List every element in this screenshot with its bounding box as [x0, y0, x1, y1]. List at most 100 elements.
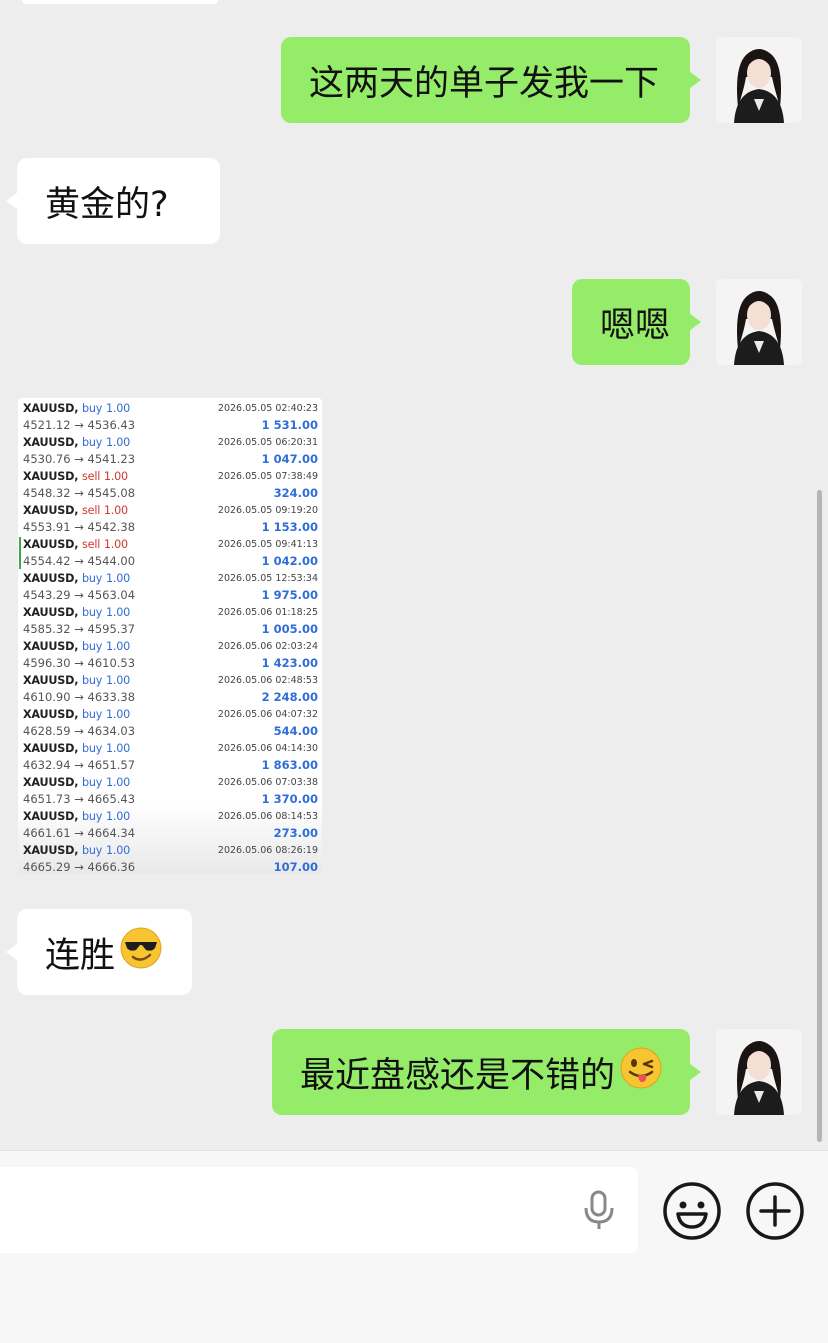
- trade-row: XAUUSD, sell 1.00 2026.05.05 09:19:20 4553…: [18, 502, 322, 536]
- trade-time: 2026.05.06 01:18:25: [217, 607, 318, 618]
- trade-profit: 1 423.00: [261, 656, 318, 670]
- trade-symbol: XAUUSD,: [23, 606, 79, 619]
- trade-title: XAUUSD, buy 1.00: [23, 673, 130, 689]
- trade-profit: 1 370.00: [261, 792, 318, 806]
- avatar-portrait-icon: [716, 1029, 802, 1115]
- trade-time: 2026.05.05 06:20:31: [217, 437, 318, 448]
- trade-row: XAUUSD, buy 1.00 2026.05.05 02:40:23 4521.…: [18, 400, 322, 434]
- trade-lot: 1.00: [105, 572, 131, 585]
- trade-direction: buy: [82, 810, 103, 823]
- trade-lot: 1.00: [103, 470, 128, 483]
- trade-title: XAUUSD, buy 1.00: [23, 639, 130, 655]
- trade-symbol: XAUUSD,: [23, 674, 79, 687]
- trade-prices: 4665.29 → 4666.36: [23, 860, 136, 874]
- trade-lot: 1.00: [105, 674, 131, 687]
- plus-circle-icon[interactable]: [745, 1181, 805, 1241]
- trade-title: XAUUSD, buy 1.00: [23, 775, 130, 791]
- message-input[interactable]: [0, 1167, 638, 1253]
- trade-prices: 4632.94 → 4651.57: [23, 758, 136, 772]
- trade-symbol: XAUUSD,: [23, 810, 79, 823]
- trade-direction: buy: [82, 572, 103, 585]
- trade-row: XAUUSD, sell 1.00 2026.05.05 09:41:13 4554…: [18, 536, 322, 570]
- trade-list: XAUUSD, buy 1.00 2026.05.05 02:40:23 4521.…: [18, 400, 322, 874]
- trade-title: XAUUSD, sell 1.00: [23, 469, 128, 485]
- trade-row: XAUUSD, buy 1.00 2026.05.05 12:53:34 4543.…: [18, 570, 322, 604]
- trade-direction: sell: [82, 470, 101, 483]
- message-bubble-incoming[interactable]: 黄金的?: [6, 158, 220, 244]
- trade-time: 2026.05.06 02:03:24: [217, 641, 318, 652]
- trade-time: 2026.05.05 07:38:49: [217, 471, 318, 482]
- trade-prices: 4548.32 → 4545.08: [23, 486, 136, 500]
- trade-title: XAUUSD, buy 1.00: [23, 843, 130, 859]
- message-text: 黄金的?: [45, 184, 169, 225]
- trade-profit: 544.00: [273, 724, 318, 738]
- trade-profit: 2 248.00: [261, 690, 318, 704]
- trade-title: XAUUSD, buy 1.00: [23, 707, 130, 723]
- trade-time: 2026.05.06 04:07:32: [217, 709, 318, 720]
- trade-time: 2026.05.06 04:14:30: [217, 743, 318, 754]
- trade-title: XAUUSD, buy 1.00: [23, 605, 130, 621]
- trade-direction: buy: [82, 640, 103, 653]
- trade-prices: 4530.76 → 4541.23: [23, 452, 136, 466]
- trade-profit: 1 153.00: [261, 520, 318, 534]
- trade-time: 2026.05.05 12:53:34: [217, 573, 318, 584]
- trade-profit: 1 975.00: [261, 588, 318, 602]
- avatar-portrait-icon: [716, 37, 802, 123]
- trade-time: 2026.05.05 09:41:13: [217, 539, 318, 550]
- trade-prices: 4628.59 → 4634.03: [23, 724, 136, 738]
- trade-symbol: XAUUSD,: [23, 402, 79, 415]
- trade-history-image[interactable]: XAUUSD, buy 1.00 2026.05.05 02:40:23 4521.…: [18, 398, 322, 874]
- trade-title: XAUUSD, buy 1.00: [23, 401, 130, 417]
- message-bubble-incoming[interactable]: 连胜: [6, 909, 192, 995]
- trade-lot: 1.00: [105, 708, 131, 721]
- trade-symbol: XAUUSD,: [23, 708, 79, 721]
- trade-direction: buy: [82, 708, 103, 721]
- trade-prices: 4543.29 → 4563.04: [23, 588, 136, 602]
- trade-row: XAUUSD, buy 1.00 2026.05.05 06:20:31 4530.…: [18, 434, 322, 468]
- user-avatar[interactable]: [716, 279, 802, 365]
- trade-profit: 1 042.00: [261, 554, 318, 568]
- trade-direction: buy: [82, 844, 103, 857]
- trade-profit: 107.00: [273, 860, 318, 874]
- trade-profit: 1 863.00: [261, 758, 318, 772]
- trade-symbol: XAUUSD,: [23, 504, 79, 517]
- trade-symbol: XAUUSD,: [23, 742, 79, 755]
- message-bubble-outgoing[interactable]: 嗯嗯: [572, 279, 701, 365]
- trade-title: XAUUSD, sell 1.00: [23, 537, 128, 553]
- message-bubble-outgoing[interactable]: 最近盘感还是不错的: [272, 1029, 701, 1115]
- trade-direction: buy: [82, 742, 103, 755]
- trade-prices: 4661.61 → 4664.34: [23, 826, 136, 840]
- user-avatar[interactable]: [716, 1029, 802, 1115]
- trade-symbol: XAUUSD,: [23, 538, 79, 551]
- trade-prices: 4554.42 → 4544.00: [23, 554, 136, 568]
- trade-lot: 1.00: [105, 844, 131, 857]
- trade-time: 2026.05.05 09:19:20: [217, 505, 318, 516]
- message-text: 最近盘感还是不错的: [300, 1055, 616, 1096]
- trade-row: XAUUSD, buy 1.00 2026.05.06 07:03:38 4651.…: [18, 774, 322, 808]
- trade-time: 2026.05.05 02:40:23: [217, 403, 318, 414]
- trade-row: XAUUSD, buy 1.00 2026.05.06 02:48:53 4610.…: [18, 672, 322, 706]
- winking-tongue-emoji-icon: [619, 1046, 663, 1099]
- trade-lot: 1.00: [105, 606, 131, 619]
- trade-title: XAUUSD, buy 1.00: [23, 435, 130, 451]
- trade-lot: 1.00: [105, 436, 131, 449]
- trade-row: XAUUSD, buy 1.00 2026.05.06 04:07:32 4628.…: [18, 706, 322, 740]
- trade-symbol: XAUUSD,: [23, 470, 79, 483]
- emoji-face-icon[interactable]: [662, 1181, 722, 1241]
- trade-lot: 1.00: [105, 810, 131, 823]
- microphone-icon[interactable]: [580, 1189, 618, 1231]
- trade-profit: 273.00: [273, 826, 318, 840]
- trade-lot: 1.00: [105, 776, 131, 789]
- avatar-portrait-icon: [716, 279, 802, 365]
- chat-scrollbar[interactable]: [817, 490, 822, 1142]
- trade-lot: 1.00: [103, 538, 128, 551]
- user-avatar[interactable]: [716, 37, 802, 123]
- message-bubble-outgoing[interactable]: 这两天的单子发我一下: [281, 37, 701, 123]
- trade-prices: 4585.32 → 4595.37: [23, 622, 136, 636]
- trade-direction: sell: [82, 538, 101, 551]
- trade-symbol: XAUUSD,: [23, 776, 79, 789]
- trade-direction: buy: [82, 402, 103, 415]
- trade-row: XAUUSD, sell 1.00 2026.05.05 07:38:49 4548…: [18, 468, 322, 502]
- trade-time: 2026.05.06 08:14:53: [217, 811, 318, 822]
- trade-prices: 4521.12 → 4536.43: [23, 418, 136, 432]
